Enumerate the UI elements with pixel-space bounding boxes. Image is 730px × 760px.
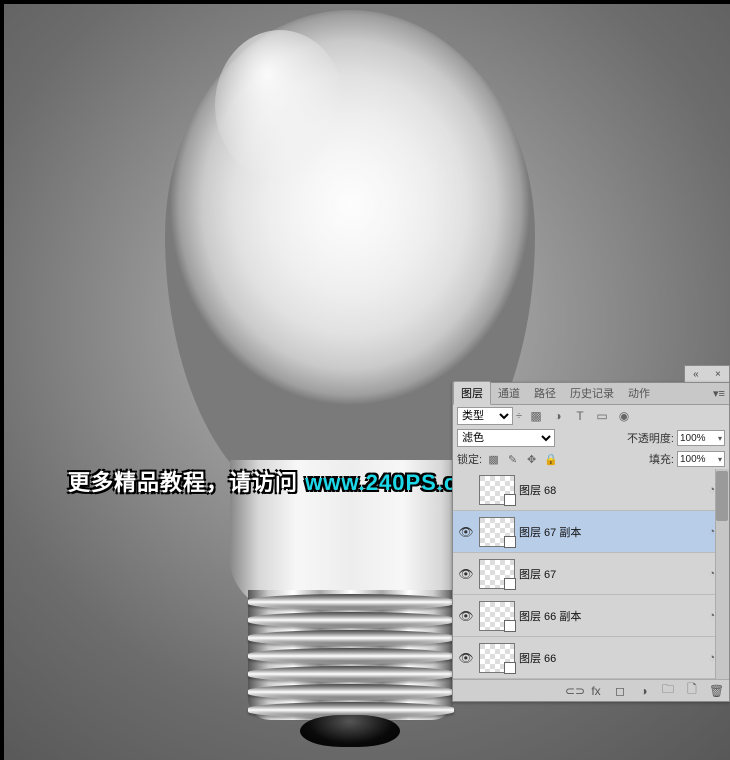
filter-smart-icon[interactable]: ◉ — [617, 409, 631, 423]
layer-thumbnail[interactable] — [479, 601, 515, 631]
lock-label: 锁定: — [457, 451, 482, 467]
link-layers-icon[interactable]: ⊂⊃ — [565, 684, 579, 698]
canvas-background: 更多精品教程，请访问 www.240PS.com « × 图层 通道 路径 历史… — [0, 0, 730, 760]
fill-label: 填充: — [649, 451, 674, 467]
layer-fx-icon[interactable]: fx — [589, 684, 603, 698]
tab-channels[interactable]: 通道 — [491, 382, 527, 404]
chevron-down-icon[interactable]: ▾ — [718, 455, 722, 464]
kind-arrow: ÷ — [516, 410, 522, 422]
tab-layers[interactable]: 图层 — [453, 381, 491, 405]
socket-thread — [248, 612, 454, 628]
opacity-value: 100% — [680, 433, 706, 444]
delete-layer-icon[interactable]: 🗑 — [709, 684, 723, 698]
layer-row[interactable]: 👁 图层 66 副本 ◔▫ — [453, 595, 729, 637]
new-group-icon[interactable]: 🗀 — [661, 680, 675, 701]
blend-mode-select[interactable]: 滤色 — [457, 429, 555, 447]
watermark-text: 更多精品教程，请访问 www.240PS.com — [68, 465, 492, 497]
socket-thread — [248, 630, 454, 646]
lock-pixels-icon[interactable]: ✎ — [506, 453, 519, 466]
layer-row[interactable]: 图层 68 ◔▫ — [453, 469, 729, 511]
adjustment-layer-icon[interactable]: ◑ — [637, 684, 651, 698]
layer-thumbnail[interactable] — [479, 559, 515, 589]
layer-row[interactable]: 👁 图层 66 ◔▫ — [453, 637, 729, 679]
filter-kind-icons: ▩ ◑ T ▭ ◉ — [525, 409, 631, 423]
layers-panel: 图层 通道 路径 历史记录 动作 ▾≡ 类型 ÷ ▩ ◑ T ▭ ◉ 滤色 — [452, 382, 730, 702]
tab-history[interactable]: 历史记录 — [563, 382, 621, 404]
layer-thumbnail[interactable] — [479, 475, 515, 505]
filter-kind-row: 类型 ÷ ▩ ◑ T ▭ ◉ — [453, 405, 729, 427]
layer-name[interactable]: 图层 66 副本 — [519, 608, 704, 624]
lock-fill-row: 锁定: ▩ ✎ ✥ 🔒 填充: 100% ▾ — [453, 449, 729, 469]
lock-position-icon[interactable]: ✥ — [525, 453, 538, 466]
layer-row[interactable]: 👁 图层 67 ◔▫ — [453, 553, 729, 595]
lightbulb-socket — [248, 590, 454, 720]
border-top — [0, 0, 730, 4]
lock-all-icon[interactable]: 🔒 — [544, 453, 557, 466]
panel-tabs: 图层 通道 路径 历史记录 动作 ▾≡ — [453, 383, 729, 405]
visibility-toggle[interactable]: 👁 — [457, 523, 475, 541]
layer-row[interactable]: 👁 图层 67 副本 ◔▫ — [453, 511, 729, 553]
lock-icons: ▩ ✎ ✥ 🔒 — [485, 453, 557, 466]
layer-name[interactable]: 图层 67 副本 — [519, 524, 704, 540]
close-icon[interactable]: × — [715, 369, 721, 380]
blend-opacity-row: 滤色 不透明度: 100% ▾ — [453, 427, 729, 449]
filter-type-icon[interactable]: T — [573, 409, 587, 423]
lock-transparent-icon[interactable]: ▩ — [487, 453, 500, 466]
visibility-toggle[interactable] — [457, 481, 475, 499]
watermark-cn: 更多精品教程，请访问 — [68, 470, 305, 495]
filter-shape-icon[interactable]: ▭ — [595, 409, 609, 423]
visibility-toggle[interactable]: 👁 — [457, 565, 475, 583]
layer-name[interactable]: 图层 66 — [519, 650, 704, 666]
fill-input[interactable]: 100% ▾ — [677, 451, 725, 467]
layer-list-scrollbar[interactable] — [715, 469, 729, 679]
layer-kind-select[interactable]: 类型 — [457, 407, 513, 425]
tab-paths[interactable]: 路径 — [527, 382, 563, 404]
layer-thumbnail[interactable] — [479, 643, 515, 673]
fill-value: 100% — [680, 454, 706, 465]
layer-list: 图层 68 ◔▫ 👁 图层 67 副本 ◔▫ 👁 图层 67 ◔▫ 👁 图层 6… — [453, 469, 729, 679]
panel-collapse-bar[interactable]: « × — [684, 365, 730, 383]
lightbulb-tip — [300, 715, 400, 747]
tab-actions[interactable]: 动作 — [621, 382, 657, 404]
visibility-toggle[interactable]: 👁 — [457, 607, 475, 625]
filter-adjust-icon[interactable]: ◑ — [551, 409, 565, 423]
chevron-down-icon[interactable]: ▾ — [718, 434, 722, 443]
socket-thread — [248, 684, 454, 700]
collapse-icon[interactable]: « — [693, 369, 699, 380]
socket-thread — [248, 648, 454, 664]
filter-pixel-icon[interactable]: ▩ — [529, 409, 543, 423]
new-layer-icon[interactable]: 🗋 — [685, 680, 699, 701]
layer-thumbnail[interactable] — [479, 517, 515, 547]
socket-thread — [248, 666, 454, 682]
scrollbar-thumb[interactable] — [716, 471, 728, 521]
layer-name[interactable]: 图层 68 — [519, 482, 704, 498]
visibility-toggle[interactable]: 👁 — [457, 649, 475, 667]
layer-mask-icon[interactable]: ◻ — [613, 684, 627, 698]
panel-footer: ⊂⊃ fx ◻ ◑ 🗀 🗋 🗑 — [453, 679, 729, 701]
opacity-label: 不透明度: — [627, 430, 674, 446]
border-left — [0, 0, 4, 760]
layer-name[interactable]: 图层 67 — [519, 566, 704, 582]
panel-menu-icon[interactable]: ▾≡ — [711, 385, 727, 401]
socket-thread — [248, 594, 454, 610]
opacity-input[interactable]: 100% ▾ — [677, 430, 725, 446]
